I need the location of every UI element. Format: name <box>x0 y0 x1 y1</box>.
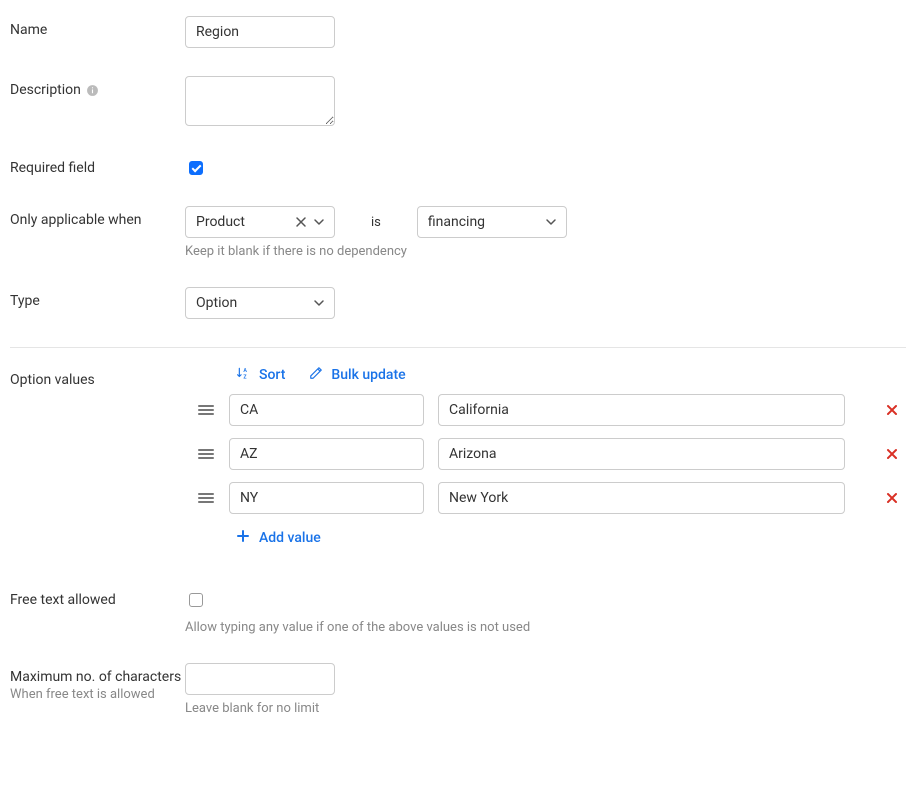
option-values-label: Option values <box>10 366 185 388</box>
is-text: is <box>365 215 387 230</box>
chevron-down-icon <box>546 219 556 225</box>
applicable-when-label: Only applicable when <box>10 206 185 228</box>
option-label-input[interactable] <box>438 438 845 470</box>
option-code-input[interactable] <box>229 438 424 470</box>
required-checkbox[interactable] <box>189 161 203 175</box>
svg-text:A: A <box>243 368 247 374</box>
chevron-down-icon <box>314 219 324 225</box>
info-icon <box>86 84 99 97</box>
drag-handle-icon[interactable] <box>197 404 215 416</box>
dependency-hint: Keep it blank if there is no dependency <box>185 244 906 259</box>
sort-button[interactable]: AZ Sort <box>237 366 285 384</box>
pencil-icon <box>309 366 323 384</box>
svg-text:Z: Z <box>243 374 247 380</box>
drag-handle-icon[interactable] <box>197 492 215 504</box>
option-row <box>197 482 906 514</box>
type-select[interactable]: Option <box>185 287 335 319</box>
type-label: Type <box>10 287 185 309</box>
dependency-field-select[interactable]: Product <box>185 206 335 238</box>
dependency-value-select[interactable]: financing <box>417 206 567 238</box>
option-code-input[interactable] <box>229 394 424 426</box>
max-chars-sublabel: When free text is allowed <box>10 687 185 702</box>
description-label: Description <box>10 76 185 98</box>
clear-icon[interactable] <box>296 217 306 227</box>
option-code-input[interactable] <box>229 482 424 514</box>
name-input[interactable] <box>185 16 335 48</box>
required-label: Required field <box>10 154 185 176</box>
name-label: Name <box>10 16 185 38</box>
option-label-input[interactable] <box>438 394 845 426</box>
description-textarea[interactable] <box>185 76 335 126</box>
option-row <box>197 394 906 426</box>
option-label-input[interactable] <box>438 482 845 514</box>
max-chars-label: Maximum no. of characters <box>10 669 185 685</box>
max-chars-input[interactable] <box>185 663 335 695</box>
add-value-button[interactable]: Add value <box>197 530 906 546</box>
remove-option-button[interactable] <box>886 492 900 504</box>
remove-option-button[interactable] <box>886 404 900 416</box>
divider <box>10 347 906 348</box>
free-text-hint: Allow typing any value if one of the abo… <box>185 620 906 635</box>
max-chars-hint: Leave blank for no limit <box>185 701 906 716</box>
chevron-down-icon <box>314 300 324 306</box>
option-row <box>197 438 906 470</box>
free-text-checkbox[interactable] <box>189 593 203 607</box>
drag-handle-icon[interactable] <box>197 448 215 460</box>
free-text-label: Free text allowed <box>10 586 185 608</box>
remove-option-button[interactable] <box>886 448 900 460</box>
plus-icon <box>237 530 249 546</box>
sort-az-icon: AZ <box>237 366 251 384</box>
bulk-update-button[interactable]: Bulk update <box>309 366 405 384</box>
